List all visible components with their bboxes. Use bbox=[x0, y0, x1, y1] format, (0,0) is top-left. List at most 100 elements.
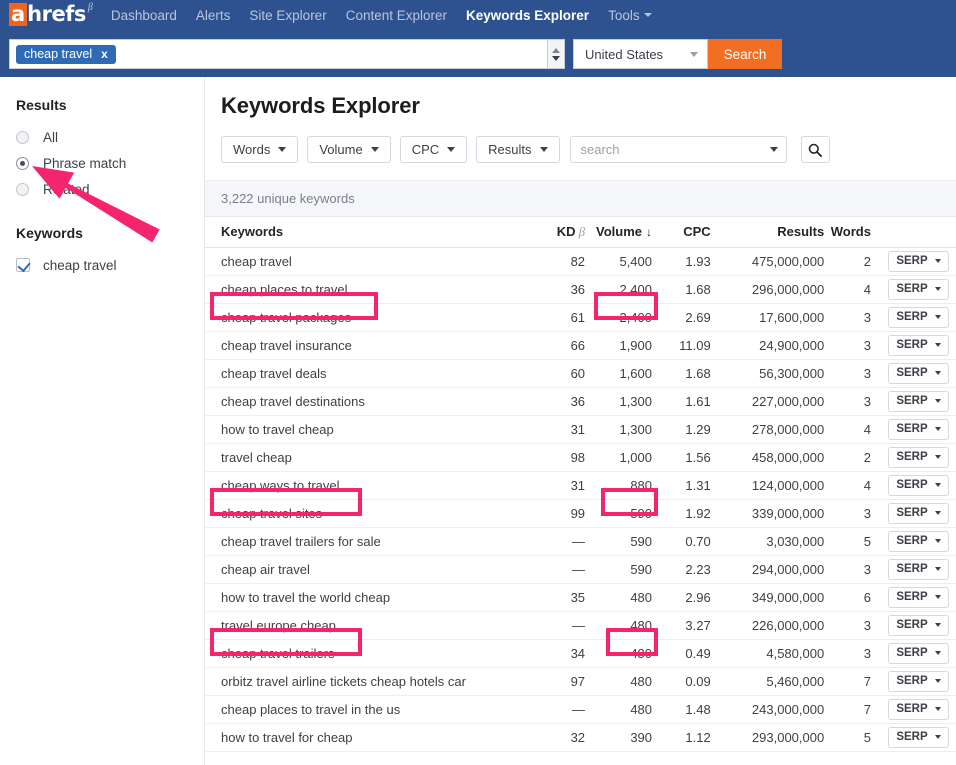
serp-button[interactable]: SERP bbox=[888, 390, 949, 412]
search-input[interactable]: cheap travel x bbox=[9, 39, 547, 69]
serp-button[interactable]: SERP bbox=[888, 446, 949, 468]
caret-down-icon[interactable] bbox=[769, 147, 778, 152]
cell-keyword[interactable]: travel europe cheap bbox=[205, 611, 530, 640]
keyword-filter-search-button[interactable] bbox=[800, 136, 830, 163]
table-row[interactable]: cheap travel sites 99 590 1.92 339,000,000 3 S… bbox=[205, 499, 956, 528]
keyword-list-stepper[interactable] bbox=[547, 39, 565, 69]
cell-volume: 1,600 bbox=[585, 359, 659, 388]
radio-checked-icon[interactable] bbox=[16, 156, 29, 170]
cell-keyword[interactable]: cheap travel insurance bbox=[205, 331, 530, 360]
checkbox-checked-icon[interactable] bbox=[16, 258, 30, 272]
column-header-results[interactable]: Results bbox=[710, 217, 825, 248]
serp-button[interactable]: SERP bbox=[888, 418, 949, 440]
cell-keyword[interactable]: cheap travel packages bbox=[205, 303, 530, 332]
nav-item-tools[interactable]: Tools bbox=[608, 8, 652, 23]
table-row[interactable]: how to travel for cheap 32 390 1.12 293,000,… bbox=[205, 723, 956, 752]
cell-keyword[interactable]: cheap places to travel in the us bbox=[205, 695, 530, 724]
table-row[interactable]: orbitz travel airline tickets cheap hote… bbox=[205, 667, 956, 696]
triangle-down-icon[interactable] bbox=[552, 55, 560, 61]
serp-button[interactable]: SERP bbox=[888, 334, 949, 356]
serp-button[interactable]: SERP bbox=[888, 278, 949, 300]
nav-item-alerts[interactable]: Alerts bbox=[196, 8, 231, 23]
cell-keyword[interactable]: orbitz travel airline tickets cheap hote… bbox=[205, 667, 530, 696]
table-row[interactable]: cheap travel trailers for sale —590 0.70 3,… bbox=[205, 527, 956, 556]
cell-keyword[interactable]: cheap ways to travel bbox=[205, 471, 530, 500]
filter-volume-button[interactable]: Volume bbox=[307, 136, 391, 163]
table-row[interactable]: how to travel cheap 31 1,300 1.29 278,000,00… bbox=[205, 415, 956, 444]
cell-results: 24,900,000 bbox=[710, 331, 825, 360]
nav-item-site-explorer[interactable]: Site Explorer bbox=[249, 8, 326, 23]
close-icon[interactable]: x bbox=[101, 47, 108, 61]
serp-button[interactable]: SERP bbox=[888, 670, 949, 692]
cell-keyword[interactable]: cheap travel sites bbox=[205, 499, 530, 528]
table-row[interactable]: cheap travel packages 61 2,400 2.69 17,600,0… bbox=[205, 303, 956, 332]
table-row[interactable]: cheap travel deals 60 1,600 1.68 56,300,000 3… bbox=[205, 359, 956, 388]
serp-button[interactable]: SERP bbox=[888, 250, 949, 272]
table-row[interactable]: how to travel the world cheap 35 480 2.96 34… bbox=[205, 583, 956, 612]
table-row[interactable]: travel europe cheap —480 3.27 226,000,000 3 S… bbox=[205, 611, 956, 640]
keyword-filter-search-input[interactable]: search bbox=[569, 136, 787, 163]
cell-keyword[interactable]: cheap travel trailers for sale bbox=[205, 527, 530, 556]
serp-button[interactable]: SERP bbox=[888, 558, 949, 580]
cell-keyword[interactable]: cheap travel bbox=[205, 247, 530, 276]
cell-cpc: 1.61 bbox=[658, 387, 711, 416]
cell-keyword[interactable]: cheap travel deals bbox=[205, 359, 530, 388]
nav-item-dashboard[interactable]: Dashboard bbox=[111, 8, 177, 23]
table-row[interactable]: travel cheap 98 1,000 1.56 458,000,000 2 SERP bbox=[205, 443, 956, 472]
cell-kd: 34 bbox=[529, 639, 586, 668]
serp-button[interactable]: SERP bbox=[888, 362, 949, 384]
column-header-volume[interactable]: Volume ↓ bbox=[585, 217, 659, 248]
cell-keyword[interactable]: cheap travel destinations bbox=[205, 387, 530, 416]
cell-cpc: 0.09 bbox=[658, 667, 711, 696]
cell-volume: 590 bbox=[585, 527, 659, 556]
radio-unchecked-icon[interactable] bbox=[16, 130, 29, 144]
sidebar-radio-related[interactable]: Related bbox=[16, 176, 204, 202]
radio-unchecked-icon[interactable] bbox=[16, 182, 29, 196]
table-row[interactable]: cheap places to travel in the us —480 1.48… bbox=[205, 695, 956, 724]
column-header-kd[interactable]: KD β bbox=[529, 217, 586, 248]
caret-down-icon bbox=[278, 147, 287, 152]
serp-button[interactable]: SERP bbox=[888, 474, 949, 496]
search-button[interactable]: Search bbox=[708, 39, 782, 69]
cell-keyword[interactable]: how to travel cheap bbox=[205, 415, 530, 444]
column-header-words[interactable]: Words bbox=[824, 217, 881, 248]
serp-button[interactable]: SERP bbox=[888, 698, 949, 720]
table-row[interactable]: cheap places to travel 36 2,400 1.68 296,000… bbox=[205, 275, 956, 304]
cell-keyword[interactable]: travel cheap bbox=[205, 443, 530, 472]
country-select[interactable]: United States bbox=[573, 39, 708, 69]
column-header-keywords[interactable]: Keywords bbox=[205, 217, 530, 248]
serp-button[interactable]: SERP bbox=[888, 614, 949, 636]
cell-keyword[interactable]: cheap places to travel bbox=[205, 275, 530, 304]
cell-kd: 31 bbox=[529, 415, 586, 444]
cell-keyword[interactable]: cheap air travel bbox=[205, 555, 530, 584]
filter-results-button[interactable]: Results bbox=[476, 136, 560, 163]
filter-volume-label: Volume bbox=[319, 142, 363, 157]
column-header-cpc[interactable]: CPC bbox=[658, 217, 711, 248]
serp-button[interactable]: SERP bbox=[888, 726, 949, 748]
sidebar-radio-phrase-match[interactable]: Phrase match bbox=[16, 150, 204, 176]
filter-words-button[interactable]: Words bbox=[221, 136, 299, 163]
table-row[interactable]: cheap travel destinations 36 1,300 1.61 227,… bbox=[205, 387, 956, 416]
ahrefs-logo[interactable]: a hrefs β bbox=[9, 2, 93, 26]
nav-item-keywords-explorer[interactable]: Keywords Explorer bbox=[466, 8, 589, 23]
cell-keyword[interactable]: cheap travel trailers bbox=[205, 639, 530, 668]
table-row[interactable]: cheap travel 82 5,400 1.93 475,000,000 2 SERP bbox=[205, 247, 956, 276]
table-row[interactable]: cheap travel insurance 66 1,900 11.09 24,900… bbox=[205, 331, 956, 360]
nav-item-content-explorer[interactable]: Content Explorer bbox=[346, 8, 447, 23]
table-row[interactable]: cheap ways to travel 31 880 1.31 124,000,000… bbox=[205, 471, 956, 500]
sidebar-radio-all[interactable]: All bbox=[16, 124, 204, 150]
serp-button[interactable]: SERP bbox=[888, 530, 949, 552]
sidebar-checkbox-cheap-travel[interactable]: cheap travel bbox=[16, 252, 204, 278]
serp-button[interactable]: SERP bbox=[888, 306, 949, 328]
serp-button[interactable]: SERP bbox=[888, 502, 949, 524]
table-row[interactable]: cheap travel trailers 34 480 0.49 4,580,000 3… bbox=[205, 639, 956, 668]
triangle-up-icon[interactable] bbox=[552, 47, 560, 53]
cell-keyword[interactable]: how to travel the world cheap bbox=[205, 583, 530, 612]
keyword-chip[interactable]: cheap travel x bbox=[16, 44, 116, 64]
cell-kd: 35 bbox=[529, 583, 586, 612]
serp-button[interactable]: SERP bbox=[888, 642, 949, 664]
cell-keyword[interactable]: how to travel for cheap bbox=[205, 723, 530, 752]
serp-button[interactable]: SERP bbox=[888, 586, 949, 608]
table-row[interactable]: cheap air travel —590 2.23 294,000,000 3 SERP bbox=[205, 555, 956, 584]
filter-cpc-button[interactable]: CPC bbox=[399, 136, 468, 163]
